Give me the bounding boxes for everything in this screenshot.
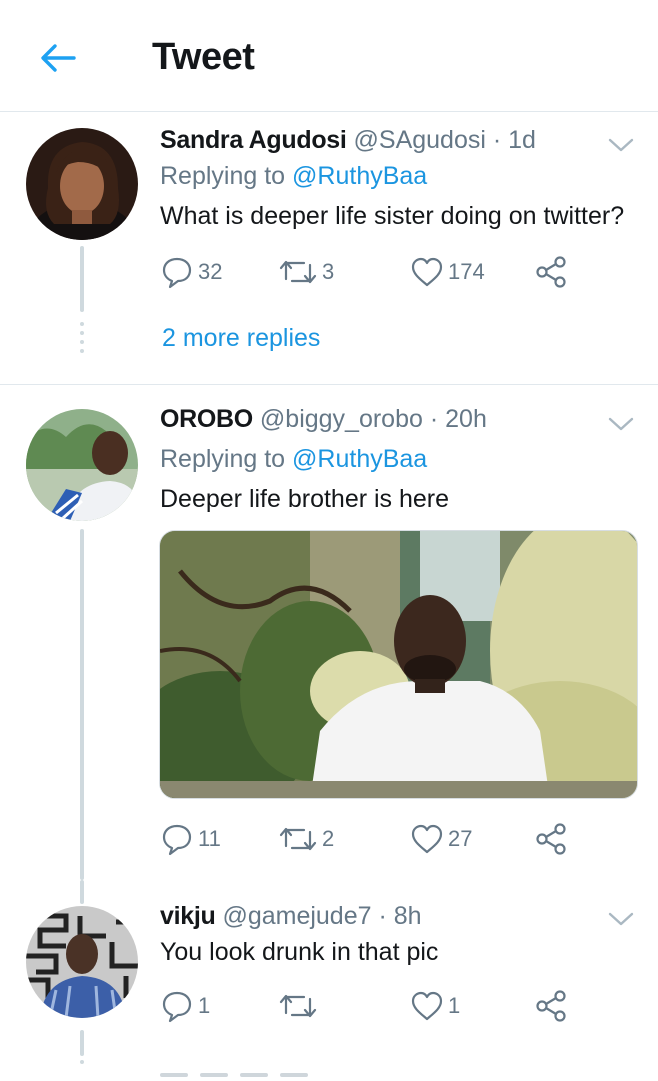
reply-icon: [162, 824, 192, 856]
heart-icon: [411, 824, 443, 854]
thread-connector: [80, 1030, 84, 1056]
reply-button[interactable]: 11: [160, 819, 221, 859]
mention-link[interactable]: @RuthyBaa: [292, 162, 427, 190]
more-replies-peek: [160, 1064, 340, 1077]
separator: ·: [378, 902, 387, 930]
action-bar: 1 1: [160, 986, 600, 1026]
tweet-text: You look drunk in that pic: [160, 938, 439, 966]
thread-gap-dots: [80, 1060, 84, 1069]
avatar[interactable]: [26, 409, 138, 521]
tweet-text: What is deeper life sister doing on twit…: [160, 202, 625, 230]
retweet-icon: [279, 260, 317, 284]
reply-count: 11: [198, 826, 221, 851]
tweet-sandra[interactable]: Sandra Agudosi @SAgudosi · 1d Replying t…: [0, 112, 658, 384]
chevron-down-icon[interactable]: [604, 908, 638, 932]
thread-connector: [80, 529, 84, 880]
action-bar: 11 2 27: [160, 819, 600, 859]
display-name[interactable]: Sandra Agudosi: [160, 126, 347, 154]
retweet-icon: [279, 994, 317, 1018]
share-icon: [536, 823, 566, 855]
user-handle[interactable]: @SAgudosi: [354, 126, 486, 154]
separator: ·: [492, 126, 502, 154]
tweet-header: vikju @gamejude7 · 8h: [160, 902, 422, 931]
tweet-text: Deeper life brother is here: [160, 485, 450, 513]
reply-button[interactable]: 1: [160, 986, 210, 1026]
replying-to: Replying to @RuthyBaa: [160, 162, 427, 191]
like-count: 1: [448, 993, 461, 1018]
retweet-count: 2: [322, 826, 335, 851]
heart-icon: [411, 991, 443, 1021]
retweet-button[interactable]: 3: [278, 252, 334, 292]
tweet-photo[interactable]: [159, 530, 638, 799]
replying-to: Replying to @RuthyBaa: [160, 445, 427, 474]
reply-count: 32: [198, 259, 223, 284]
timestamp[interactable]: 20h: [445, 405, 487, 433]
arrow-left-icon: [41, 44, 76, 72]
chevron-down-icon[interactable]: [604, 134, 638, 158]
thread-gap-dots: [80, 322, 84, 358]
timestamp[interactable]: 1d: [508, 126, 536, 154]
tweet-header: OROBO @biggy_orobo · 20h: [160, 405, 487, 434]
avatar[interactable]: [26, 906, 138, 1018]
share-button[interactable]: [534, 252, 568, 292]
user-handle[interactable]: @biggy_orobo: [260, 405, 423, 433]
separator: ·: [429, 405, 439, 433]
replying-prefix: Replying to: [160, 445, 293, 473]
replying-prefix: Replying to: [160, 162, 293, 190]
share-icon: [536, 256, 566, 288]
user-handle[interactable]: @gamejude7: [222, 902, 371, 930]
heart-icon: [411, 257, 443, 287]
share-button[interactable]: [534, 819, 568, 859]
scrolled-content-peek: [150, 100, 620, 108]
retweet-button[interactable]: 2: [278, 819, 334, 859]
mention-link[interactable]: @RuthyBaa: [292, 445, 427, 473]
page-title: Tweet: [152, 36, 255, 78]
retweet-icon: [279, 827, 317, 851]
reply-count: 1: [198, 993, 211, 1018]
like-button[interactable]: 1: [410, 986, 460, 1026]
share-button[interactable]: [534, 986, 568, 1026]
display-name[interactable]: OROBO: [160, 405, 253, 433]
share-icon: [536, 990, 566, 1022]
chevron-down-icon[interactable]: [604, 413, 638, 437]
like-count: 27: [448, 826, 473, 851]
like-button[interactable]: 174: [410, 252, 485, 292]
thread-connector-top: [80, 880, 84, 904]
retweet-button[interactable]: [278, 986, 322, 1026]
reply-icon: [162, 991, 192, 1023]
reply-icon: [162, 257, 192, 289]
retweet-count: 3: [322, 259, 335, 284]
tweet-vikju[interactable]: vikju @gamejude7 · 8h You look drunk in …: [0, 880, 658, 1070]
display-name[interactable]: vikju: [160, 902, 216, 930]
thread-connector: [80, 246, 84, 312]
action-bar: 32 3 174: [160, 252, 600, 292]
like-button[interactable]: 27: [410, 819, 472, 859]
reply-button[interactable]: 32: [160, 252, 222, 292]
tweet-header: Sandra Agudosi @SAgudosi · 1d: [160, 126, 536, 155]
more-replies-link[interactable]: 2 more replies: [162, 324, 320, 353]
back-button[interactable]: [36, 38, 80, 78]
like-count: 174: [448, 259, 485, 284]
timestamp[interactable]: 8h: [394, 902, 422, 930]
top-bar: Tweet: [0, 0, 658, 112]
avatar[interactable]: [26, 128, 138, 240]
